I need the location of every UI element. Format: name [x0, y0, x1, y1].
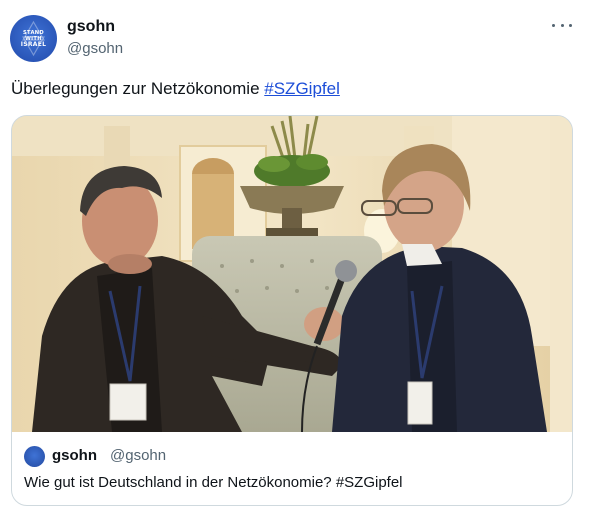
quoted-author-name[interactable]: gsohn	[52, 447, 97, 464]
hashtag-link[interactable]: #SZGipfel	[264, 79, 340, 98]
quoted-tweet[interactable]: gsohn @gsohn Wie gut ist Deutschland in …	[11, 115, 573, 506]
dot	[569, 23, 572, 27]
ellipsis-icon[interactable]	[552, 18, 572, 32]
quoted-tweet-text: Wie gut ist Deutschland in der Netzökono…	[24, 474, 403, 491]
interview-photo[interactable]	[12, 116, 572, 432]
author-display-name[interactable]: gsohn	[67, 17, 123, 37]
author-avatar[interactable]: STAND WITH ISRAEL	[10, 15, 57, 62]
quoted-author-avatar[interactable]	[24, 446, 45, 467]
quoted-tweet-footer[interactable]: gsohn @gsohn Wie gut ist Deutschland in …	[12, 432, 572, 505]
avatar-label: STAND WITH ISRAEL	[20, 29, 47, 48]
tweet-body: Überlegungen zur Netzökonomie	[11, 79, 265, 98]
author-handle[interactable]: @gsohn	[67, 39, 123, 59]
dot	[552, 23, 555, 27]
quoted-author-handle[interactable]: @gsohn	[110, 447, 166, 464]
tweet-card[interactable]: STAND WITH ISRAEL gsohn @gsohn Überlegun…	[0, 0, 589, 519]
author-block[interactable]: gsohn @gsohn	[67, 17, 123, 59]
dot	[560, 23, 564, 27]
tweet-text: Überlegungen zur Netzökonomie #SZGipfel	[11, 78, 340, 100]
